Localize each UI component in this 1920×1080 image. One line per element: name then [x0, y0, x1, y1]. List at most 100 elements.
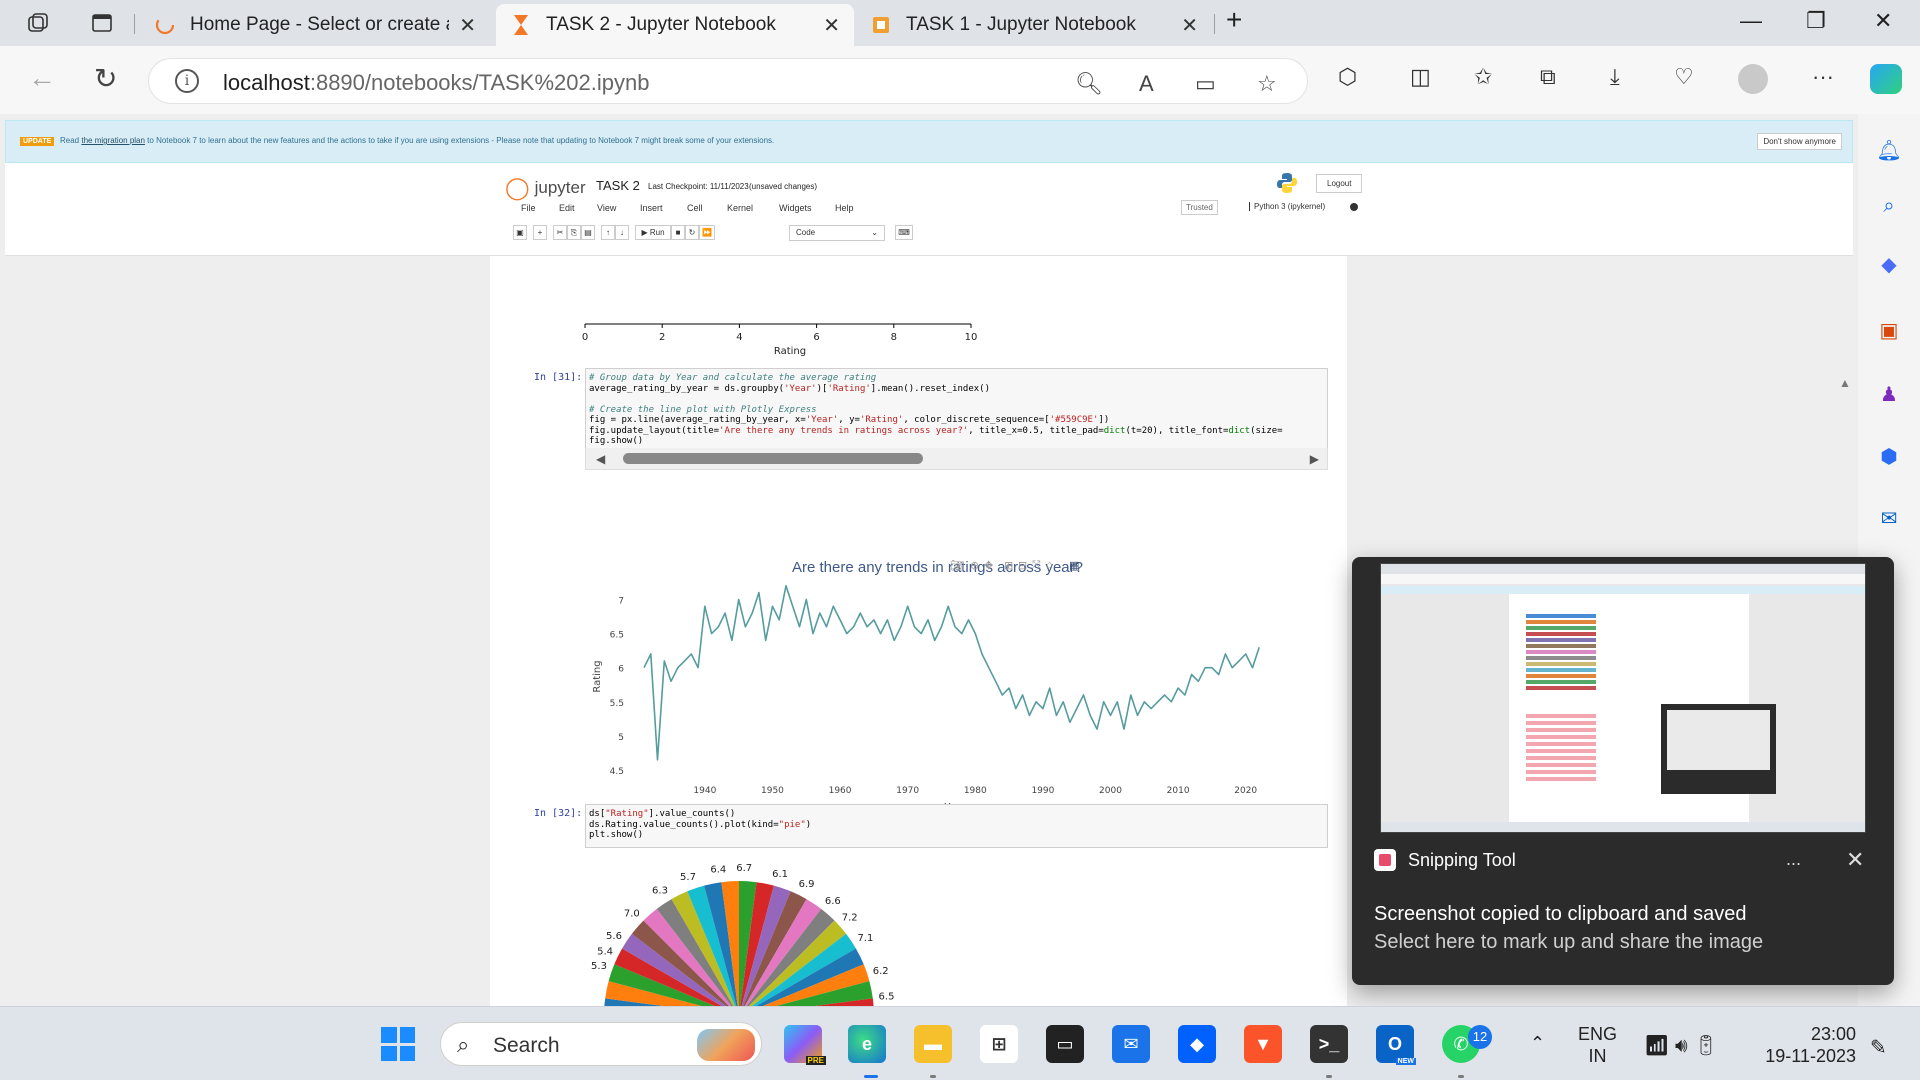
scroll-right-icon[interactable]: ▶ [1310, 452, 1319, 466]
microsoft-store-icon[interactable]: ⊞ [980, 1025, 1018, 1063]
command-prompt-icon[interactable]: >_ [1310, 1025, 1348, 1063]
plotly-logo-icon[interactable]: ▦ [1069, 559, 1079, 572]
move-down-icon[interactable]: ↓ [615, 225, 629, 240]
reset-axes-icon[interactable]: ⌂ [1046, 559, 1053, 571]
menu-widgets[interactable]: Widgets [779, 203, 812, 213]
jupyter-logo[interactable]: ◯ jupyter [505, 175, 586, 201]
tab-home-page[interactable]: Home Page - Select or create a n ✕ [140, 4, 490, 46]
mail-app-icon[interactable]: ✉ [1112, 1025, 1150, 1063]
zoom-out-icon[interactable]: ⊟ [1018, 559, 1027, 572]
extensions-icon[interactable]: ⬡ [1338, 64, 1357, 90]
clock[interactable]: 23:00 19-11-2023 [1760, 1023, 1856, 1067]
copilot-pre-app-icon[interactable]: PRE [784, 1025, 826, 1065]
read-aloud-icon[interactable]: A [1139, 71, 1154, 97]
cell-type-select[interactable]: Code ⌄ [789, 225, 885, 241]
outlook-new-icon[interactable]: O NEW [1376, 1025, 1416, 1065]
file-explorer-icon[interactable]: ▬ [914, 1025, 952, 1063]
site-info-icon[interactable]: i [175, 69, 199, 93]
dropbox-icon[interactable]: ◆ [1178, 1025, 1216, 1063]
profile-avatar[interactable] [1738, 64, 1768, 94]
refresh-icon[interactable]: ↻ [94, 62, 117, 95]
dont-show-button[interactable]: Don't show anymore [1757, 133, 1842, 150]
menu-cell[interactable]: Cell [687, 203, 703, 213]
workspaces-icon[interactable] [24, 9, 52, 37]
menu-file[interactable]: File [521, 203, 536, 213]
more-icon[interactable]: ··· [1812, 64, 1834, 90]
tray-icons[interactable]: 📶︎ 🔊︎ 🔋︎ [1644, 1033, 1719, 1058]
taskbar-search[interactable]: ⌕ Search [440, 1022, 762, 1066]
tab-actions-icon[interactable] [88, 9, 116, 37]
toast-more-button[interactable]: ... [1786, 849, 1801, 870]
back-icon[interactable]: ← [28, 62, 56, 94]
tab-task-2[interactable]: TASK 2 - Jupyter Notebook ✕ [496, 4, 854, 46]
split-screen-icon[interactable]: ◫ [1410, 64, 1431, 90]
edge-app-icon[interactable]: e [848, 1025, 886, 1063]
games-icon[interactable]: ♟ [1877, 382, 1901, 406]
brave-browser-icon[interactable]: ▼ [1244, 1025, 1282, 1063]
shopping-tag-icon[interactable]: ◆ [1877, 252, 1901, 276]
zoom-icon[interactable]: ⊕ [970, 559, 979, 572]
logout-button[interactable]: Logout [1316, 174, 1363, 193]
cut-icon[interactable]: ✂ [553, 225, 567, 240]
wifi-icon[interactable]: 📶︎ [1644, 1035, 1669, 1057]
close-tab-icon[interactable]: ✕ [1181, 13, 1198, 38]
notebook-name[interactable]: TASK 2 [596, 178, 640, 193]
url-field[interactable]: i localhost:8890/notebooks/TASK%202.ipyn… [148, 58, 1308, 104]
menu-view[interactable]: View [597, 203, 616, 213]
collections-icon[interactable]: ⧉ [1540, 64, 1556, 90]
insert-cell-icon[interactable]: + [533, 225, 547, 240]
trusted-indicator[interactable]: Trusted [1181, 200, 1218, 215]
autoscale-icon[interactable]: ⤧ [1032, 559, 1041, 572]
immersive-reader-icon[interactable]: ▭ [1195, 71, 1216, 97]
browser-essentials-icon[interactable]: ♡ [1674, 64, 1694, 90]
zoom-in-icon[interactable]: ⊞ [1004, 559, 1013, 572]
code-cell-32[interactable]: ds["Rating"].value_counts() ds.Rating.va… [585, 804, 1328, 848]
copy-icon[interactable]: ⎘ [567, 225, 581, 240]
close-tab-icon[interactable]: ✕ [459, 13, 476, 38]
tab-task-1[interactable]: TASK 1 - Jupyter Notebook ✕ [856, 4, 1212, 46]
search-icon[interactable]: ⌕ [1877, 194, 1901, 218]
downloads-icon[interactable]: ⤓ [1610, 64, 1620, 90]
command-palette-icon[interactable]: ⌨ [895, 225, 913, 240]
start-button[interactable] [381, 1027, 415, 1061]
toast-close-button[interactable]: ✕ [1846, 847, 1864, 873]
minimize-icon[interactable]: — [1740, 8, 1762, 34]
battery-icon[interactable]: 🔋︎ [1693, 1035, 1718, 1057]
volume-icon[interactable]: 🔊︎ [1675, 1035, 1688, 1057]
zoom-icon[interactable]: 🔍︎ [1075, 71, 1103, 97]
language-indicator[interactable]: ENG IN [1578, 1023, 1617, 1067]
restart-icon[interactable]: ↻ [685, 225, 699, 240]
menu-edit[interactable]: Edit [559, 203, 575, 213]
notification-center-icon[interactable]: ✎ [1870, 1035, 1887, 1060]
screenshot-thumbnail[interactable] [1380, 563, 1866, 833]
favorites-icon[interactable]: ✩ [1474, 64, 1492, 90]
save-icon[interactable]: ▣ [513, 225, 527, 240]
copilot-icon[interactable] [1870, 64, 1902, 94]
new-tab-icon[interactable]: + [1226, 4, 1242, 36]
scrollbar-thumb[interactable] [623, 453, 923, 464]
page-scroll-up-icon[interactable]: ▲ [1836, 376, 1854, 396]
restart-run-all-icon[interactable]: ⏩ [699, 225, 715, 240]
terminal-app-icon[interactable]: ▭ [1046, 1025, 1084, 1063]
paste-icon[interactable]: ▤ [581, 225, 595, 240]
close-window-icon[interactable]: ✕ [1874, 8, 1892, 34]
menu-insert[interactable]: Insert [640, 203, 663, 213]
scroll-left-icon[interactable]: ◀ [596, 452, 605, 466]
pan-icon[interactable]: ✥ [984, 559, 993, 572]
migration-plan-link[interactable]: the migration plan [81, 136, 145, 145]
menu-kernel[interactable]: Kernel [727, 203, 753, 213]
interrupt-icon[interactable]: ■ [671, 225, 685, 240]
copilot-hex-icon[interactable]: ⬢ [1877, 444, 1901, 468]
show-hidden-icons[interactable]: ⌃ [1530, 1033, 1545, 1054]
url-text[interactable]: localhost:8890/notebooks/TASK%202.ipynb [223, 70, 649, 96]
close-tab-icon[interactable]: ✕ [823, 13, 840, 38]
camera-icon[interactable]: 📷︎ [950, 559, 964, 572]
restore-icon[interactable]: ❐ [1806, 8, 1826, 34]
outlook-icon[interactable]: ✉ [1877, 506, 1901, 530]
notifications-icon[interactable]: 🔔︎ [1876, 138, 1901, 162]
favorite-star-icon[interactable]: ☆ [1257, 71, 1277, 97]
snipping-tool-notification[interactable]: Snipping Tool ... ✕ Screenshot copied to… [1352, 557, 1894, 985]
menu-help[interactable]: Help [835, 203, 854, 213]
run-button[interactable]: ▶ Run [635, 225, 671, 240]
output-horizontal-scrollbar[interactable]: ◀ ▶ [585, 448, 1328, 470]
